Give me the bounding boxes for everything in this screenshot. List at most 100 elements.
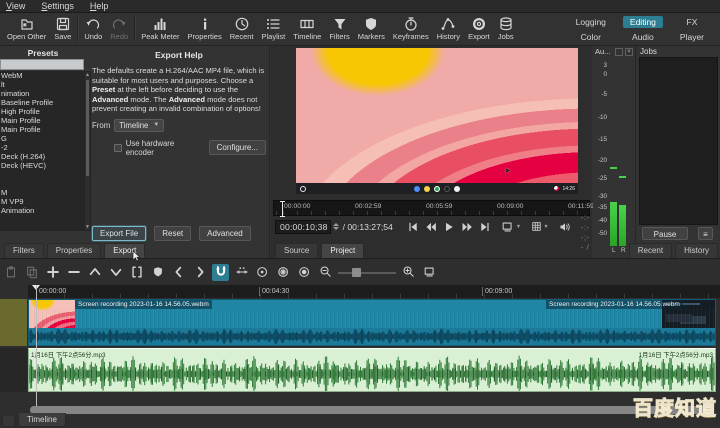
append-icon[interactable] bbox=[44, 264, 61, 281]
layout-button-audio[interactable]: Audio bbox=[623, 31, 663, 43]
reset-button[interactable]: Reset bbox=[154, 226, 191, 241]
preset-item[interactable]: Baseline Profile bbox=[0, 98, 84, 107]
preset-item[interactable] bbox=[0, 179, 84, 188]
audio-clip[interactable]: 1月16日 下午2点56分.mp3 1月16日 下午2点56分.mp3 bbox=[28, 348, 716, 392]
preset-item[interactable]: WebM bbox=[0, 71, 84, 80]
tab-project[interactable]: Project bbox=[321, 243, 364, 258]
position-spinner[interactable] bbox=[333, 223, 339, 230]
pause-button[interactable]: Pause bbox=[642, 227, 688, 240]
snap-icon[interactable] bbox=[212, 264, 229, 281]
tab-recent[interactable]: Recent bbox=[629, 243, 672, 258]
tab-properties[interactable]: Properties bbox=[47, 243, 101, 258]
rewind-icon[interactable] bbox=[425, 221, 437, 233]
advanced-button[interactable]: Advanced bbox=[199, 226, 251, 241]
preset-search-input[interactable] bbox=[0, 59, 84, 70]
toolbar-button-timeline[interactable]: Timeline bbox=[289, 14, 325, 45]
toolbar-button-history[interactable]: History bbox=[433, 14, 464, 45]
video-preview[interactable]: 14:26 ➤ bbox=[296, 48, 578, 194]
fast-forward-icon[interactable] bbox=[461, 221, 473, 233]
zoom-fit-icon[interactable] bbox=[421, 264, 438, 281]
layout-button-logging[interactable]: Logging bbox=[569, 16, 613, 28]
panel-tab-stub[interactable] bbox=[2, 416, 15, 427]
zoom-out-icon[interactable] bbox=[317, 264, 334, 281]
float-panel-icon[interactable] bbox=[615, 48, 623, 56]
zoom-fit-icon[interactable]: ▼ bbox=[501, 220, 521, 234]
tab-timeline[interactable]: Timeline bbox=[18, 413, 66, 427]
preset-item[interactable]: Main Profile bbox=[0, 125, 84, 134]
volume-icon[interactable] bbox=[559, 221, 571, 233]
player-scrub-bar[interactable]: 00:00:0000:02:5900:05:5900:09:0000:11:59 bbox=[273, 200, 590, 216]
overwrite-icon[interactable] bbox=[107, 264, 124, 281]
video-track-head[interactable] bbox=[0, 299, 27, 346]
export-file-button[interactable]: Export File bbox=[92, 226, 146, 241]
layout-button-color[interactable]: Color bbox=[569, 31, 613, 43]
split-icon[interactable] bbox=[128, 264, 145, 281]
preset-item[interactable]: Deck (H.264) bbox=[0, 152, 84, 161]
ripple-delete-icon[interactable] bbox=[65, 264, 82, 281]
toolbar-button-undo[interactable]: Undo bbox=[80, 14, 106, 45]
preset-item[interactable]: Animation bbox=[0, 206, 84, 215]
menu-settings[interactable]: Settings bbox=[41, 1, 74, 11]
scrub-icon[interactable] bbox=[233, 264, 250, 281]
tab-filters[interactable]: Filters bbox=[4, 243, 44, 258]
preset-item[interactable]: G bbox=[0, 134, 84, 143]
preset-item[interactable]: lt bbox=[0, 80, 84, 89]
skip-end-icon[interactable] bbox=[479, 221, 491, 233]
preset-item[interactable]: M bbox=[0, 188, 84, 197]
preset-item[interactable]: Main Profile bbox=[0, 116, 84, 125]
timeline-zoom-slider[interactable] bbox=[338, 264, 396, 281]
preset-scrollbar[interactable]: ▲ ▼ bbox=[84, 71, 91, 231]
timeline-scrollbar[interactable] bbox=[30, 406, 712, 414]
slider-thumb[interactable] bbox=[352, 268, 361, 277]
tab-history[interactable]: History bbox=[675, 243, 718, 258]
position-field[interactable]: 00:00:10;38 bbox=[275, 220, 331, 234]
preset-item[interactable]: M VP9 bbox=[0, 197, 84, 206]
toolbar-button-filters[interactable]: Filters bbox=[325, 14, 353, 45]
prev-marker-icon[interactable] bbox=[170, 264, 187, 281]
toolbar-button-markers[interactable]: Markers bbox=[354, 14, 389, 45]
play-icon[interactable] bbox=[443, 221, 455, 233]
from-combobox[interactable]: Timeline ▼ bbox=[114, 119, 164, 132]
ripple-icon[interactable] bbox=[254, 264, 271, 281]
ripple-markers-icon[interactable] bbox=[296, 264, 313, 281]
next-marker-icon[interactable] bbox=[191, 264, 208, 281]
toolbar-button-open-other[interactable]: Open Other bbox=[3, 14, 50, 45]
preset-item[interactable] bbox=[0, 170, 84, 179]
grid-icon[interactable]: ▼ bbox=[531, 221, 548, 232]
use-hardware-encoder-checkbox[interactable] bbox=[114, 144, 122, 152]
scrollbar-thumb[interactable] bbox=[86, 80, 89, 176]
menu-help[interactable]: Help bbox=[90, 1, 109, 11]
player-playhead[interactable] bbox=[282, 201, 283, 217]
close-panel-icon[interactable]: × bbox=[625, 48, 633, 56]
zoom-in-icon[interactable] bbox=[400, 264, 417, 281]
toolbar-button-keyframes[interactable]: Keyframes bbox=[389, 14, 433, 45]
preset-item[interactable]: nimation bbox=[0, 89, 84, 98]
ripple-all-icon[interactable] bbox=[275, 264, 292, 281]
layout-button-player[interactable]: Player bbox=[673, 31, 711, 43]
configure-button[interactable]: Configure... bbox=[209, 140, 266, 155]
audio-track-head[interactable] bbox=[0, 348, 27, 392]
scrollbar-thumb[interactable] bbox=[30, 406, 712, 414]
layout-button-editing[interactable]: Editing bbox=[623, 16, 663, 28]
scroll-up-icon[interactable]: ▲ bbox=[85, 72, 90, 78]
toolbar-button-export[interactable]: Export bbox=[464, 14, 494, 45]
toolbar-button-properties[interactable]: Properties bbox=[184, 14, 226, 45]
toolbar-button-jobs[interactable]: Jobs bbox=[494, 14, 518, 45]
tab-source[interactable]: Source bbox=[275, 243, 318, 258]
preset-item[interactable]: -2 bbox=[0, 143, 84, 152]
menu-view[interactable]: View bbox=[6, 1, 25, 11]
preset-item[interactable]: Deck (HEVC) bbox=[0, 161, 84, 170]
skip-start-icon[interactable] bbox=[407, 221, 419, 233]
toolbar-button-recent[interactable]: Recent bbox=[226, 14, 258, 45]
timeline-ruler[interactable]: 00:00:0000:04:3000:09:00 bbox=[28, 285, 720, 298]
layout-button-fx[interactable]: FX bbox=[673, 16, 711, 28]
scroll-down-icon[interactable]: ▼ bbox=[85, 224, 90, 230]
toolbar-button-save[interactable]: Save bbox=[50, 14, 75, 45]
toolbar-button-playlist[interactable]: Playlist bbox=[258, 14, 290, 45]
preset-item[interactable]: High Profile bbox=[0, 107, 84, 116]
video-clip[interactable]: Screen recording 2023-01-16 14.56.05.web… bbox=[28, 299, 716, 346]
lift-icon[interactable] bbox=[86, 264, 103, 281]
jobs-menu-button[interactable]: ≡ bbox=[698, 227, 713, 240]
toolbar-button-peak-meter[interactable]: Peak Meter bbox=[137, 14, 183, 45]
marker-icon[interactable] bbox=[149, 264, 166, 281]
